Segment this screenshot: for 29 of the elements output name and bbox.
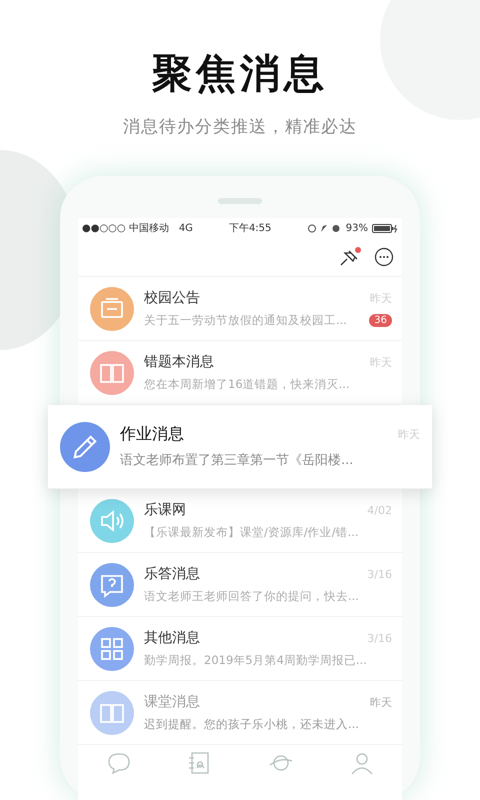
message-title: 校园公告 (144, 289, 200, 307)
message-preview: 勤学周报。2019年5月第4周勤学周报已... (144, 653, 367, 668)
message-preview: 语文老师布置了第三章第一节《岳阳楼... (120, 452, 354, 469)
speaker-slot (218, 198, 262, 204)
message-title: 乐课网 (144, 501, 186, 519)
clock-time: 下午4:55 (228, 222, 272, 235)
battery-icon (372, 224, 398, 232)
unread-count: 36 (369, 314, 392, 327)
message-preview: 【乐课最新发布】课堂/资源库/作业/错... (144, 525, 359, 540)
carrier-label: ●●○○○ 中国移动 (82, 222, 169, 235)
pin-icon[interactable] (338, 246, 362, 268)
more-icon[interactable] (374, 247, 394, 267)
message-preview: 迟到提醒。您的孩子乐小桃，还未进入... (144, 717, 359, 732)
battery-percent: 93% (346, 222, 368, 234)
person-icon[interactable] (348, 751, 374, 775)
message-title: 错题本消息 (144, 353, 214, 371)
status-icons (308, 224, 342, 232)
message-preview: 语文老师王老师回答了你的提问，快去... (144, 589, 359, 604)
message-title: 课堂消息 (144, 693, 200, 711)
message-time: 昨天 (370, 694, 392, 710)
message-preview: 关于五一劳动节放假的通知及校园工... (144, 313, 347, 328)
message-preview: 您在本周新增了16道错题，快来消灭... (144, 377, 350, 392)
chat-icon[interactable] (106, 751, 132, 775)
message-title: 乐答消息 (144, 565, 200, 583)
network-label: 4G (178, 222, 193, 234)
message-title: 其他消息 (144, 629, 200, 647)
subtitle: 消息待办分类推送，精准必达 (123, 116, 357, 138)
headline: 聚焦消息 (152, 50, 328, 99)
message-title: 作业消息 (120, 424, 184, 445)
